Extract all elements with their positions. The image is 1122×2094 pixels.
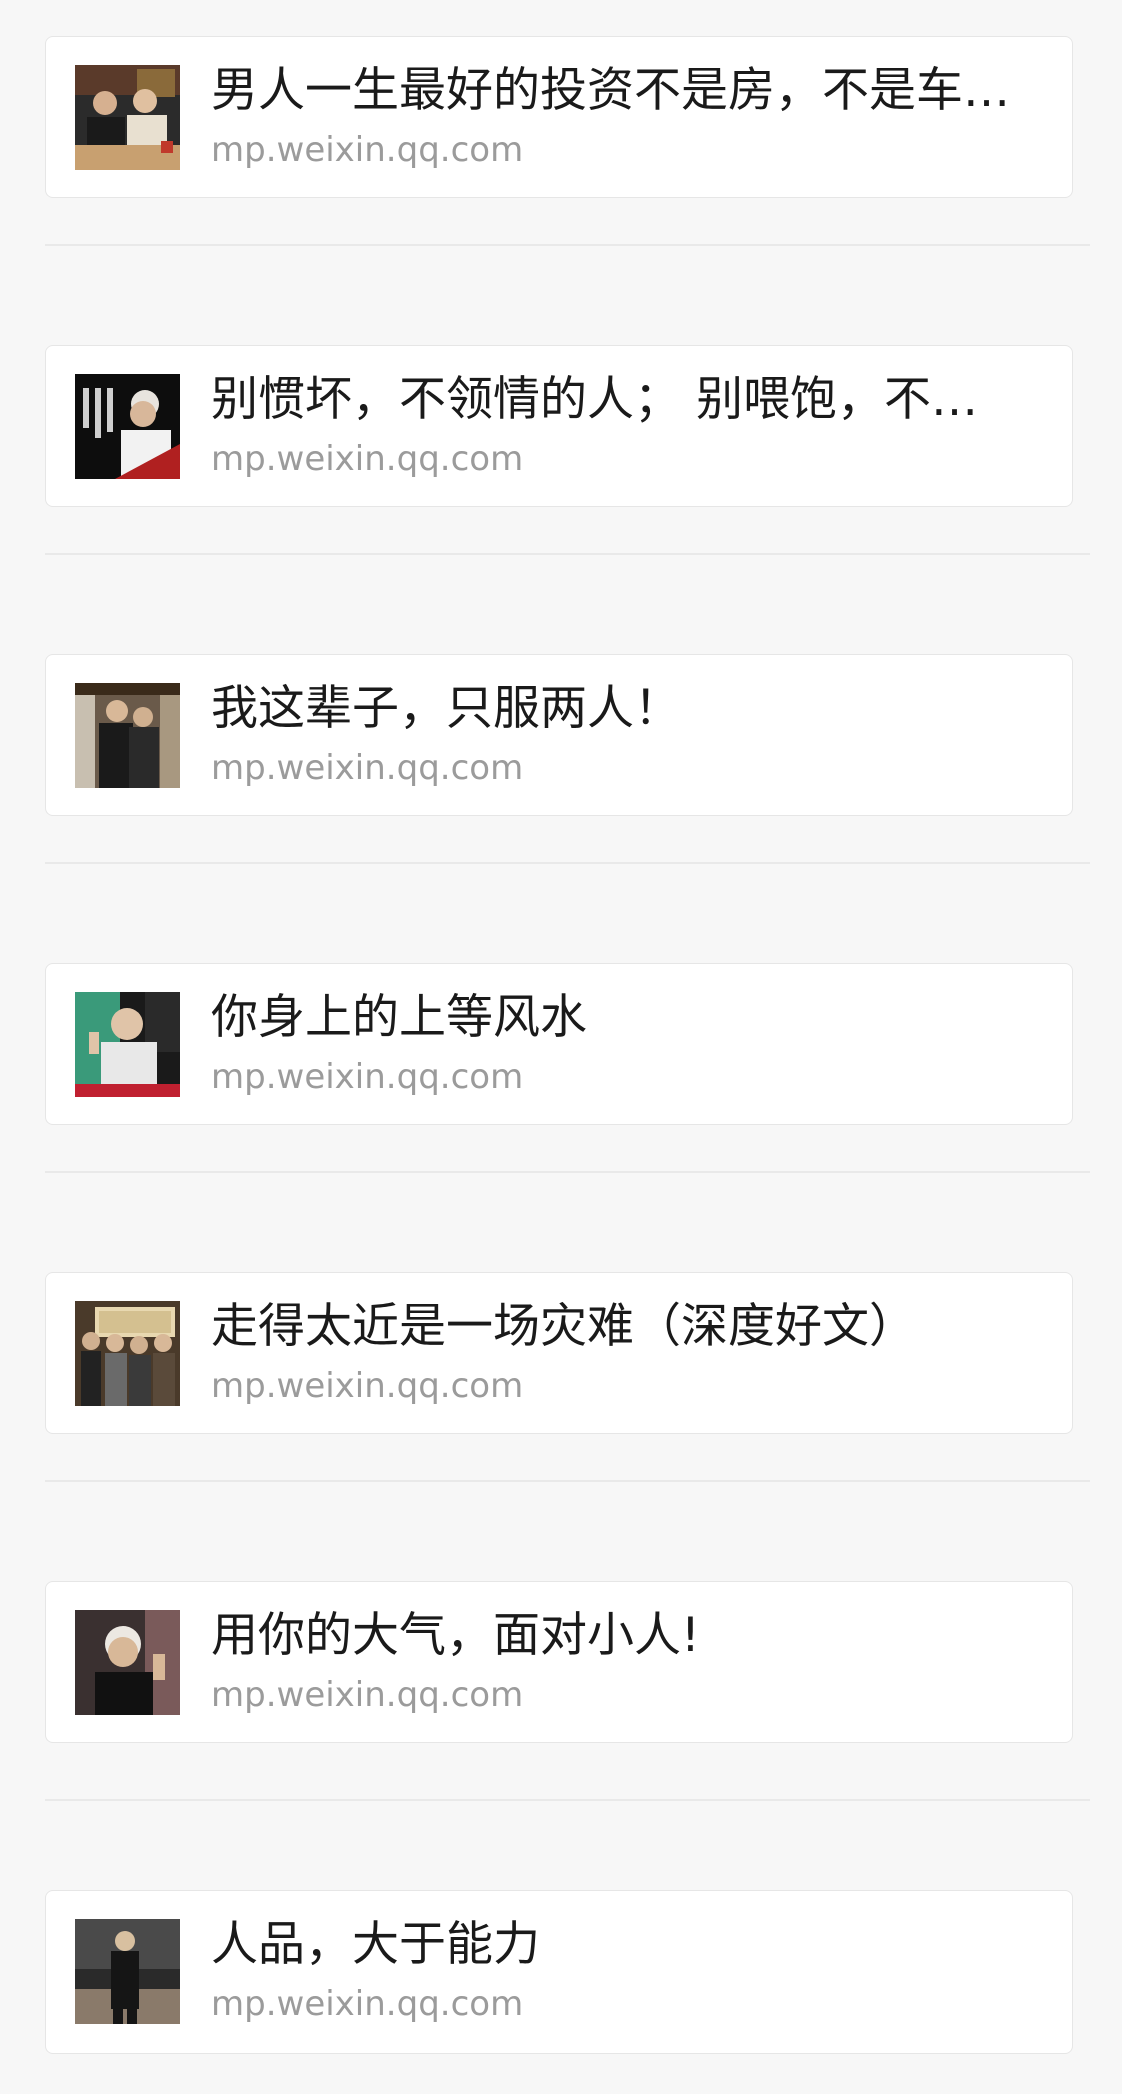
article-card[interactable]: 你身上的上等风水 mp.weixin.qq.com xyxy=(45,963,1073,1125)
article-title: 人品，大于能力 xyxy=(211,1917,540,1972)
article-thumbnail xyxy=(75,1610,180,1715)
article-source: mp.weixin.qq.com xyxy=(211,130,524,170)
divider xyxy=(45,1799,1090,1801)
divider xyxy=(45,553,1090,555)
divider xyxy=(45,1171,1090,1173)
article-source: mp.weixin.qq.com xyxy=(211,439,524,479)
article-card[interactable]: 人品，大于能力 mp.weixin.qq.com xyxy=(45,1890,1073,2054)
article-source: mp.weixin.qq.com xyxy=(211,1675,524,1715)
article-title: 走得太近是一场灾难（深度好文） xyxy=(211,1299,916,1354)
article-title: 男人一生最好的投资不是房，不是车… xyxy=(211,63,1010,118)
divider xyxy=(45,1480,1090,1482)
article-thumbnail xyxy=(75,1301,180,1406)
article-thumbnail xyxy=(75,683,180,788)
article-card[interactable]: 走得太近是一场灾难（深度好文） mp.weixin.qq.com xyxy=(45,1272,1073,1434)
divider xyxy=(45,862,1090,864)
article-thumbnail xyxy=(75,1919,180,2024)
article-title: 我这辈子，只服两人！ xyxy=(211,681,681,736)
article-source: mp.weixin.qq.com xyxy=(211,1984,524,2024)
article-title: 你身上的上等风水 xyxy=(211,990,587,1045)
article-source: mp.weixin.qq.com xyxy=(211,748,524,788)
article-feed: 男人一生最好的投资不是房，不是车… mp.weixin.qq.com 别惯坏，不… xyxy=(0,0,1122,2094)
article-title: 别惯坏，不领情的人； 别喂饱，不… xyxy=(211,372,978,427)
article-source: mp.weixin.qq.com xyxy=(211,1366,524,1406)
article-card[interactable]: 别惯坏，不领情的人； 别喂饱，不… mp.weixin.qq.com xyxy=(45,345,1073,507)
article-card[interactable]: 男人一生最好的投资不是房，不是车… mp.weixin.qq.com xyxy=(45,36,1073,198)
article-title: 用你的大气，面对小人! xyxy=(211,1608,700,1663)
article-thumbnail xyxy=(75,992,180,1097)
article-card[interactable]: 我这辈子，只服两人！ mp.weixin.qq.com xyxy=(45,654,1073,816)
article-thumbnail xyxy=(75,65,180,170)
divider xyxy=(45,244,1090,246)
article-source: mp.weixin.qq.com xyxy=(211,1057,524,1097)
article-thumbnail xyxy=(75,374,180,479)
article-card[interactable]: 用你的大气，面对小人! mp.weixin.qq.com xyxy=(45,1581,1073,1743)
